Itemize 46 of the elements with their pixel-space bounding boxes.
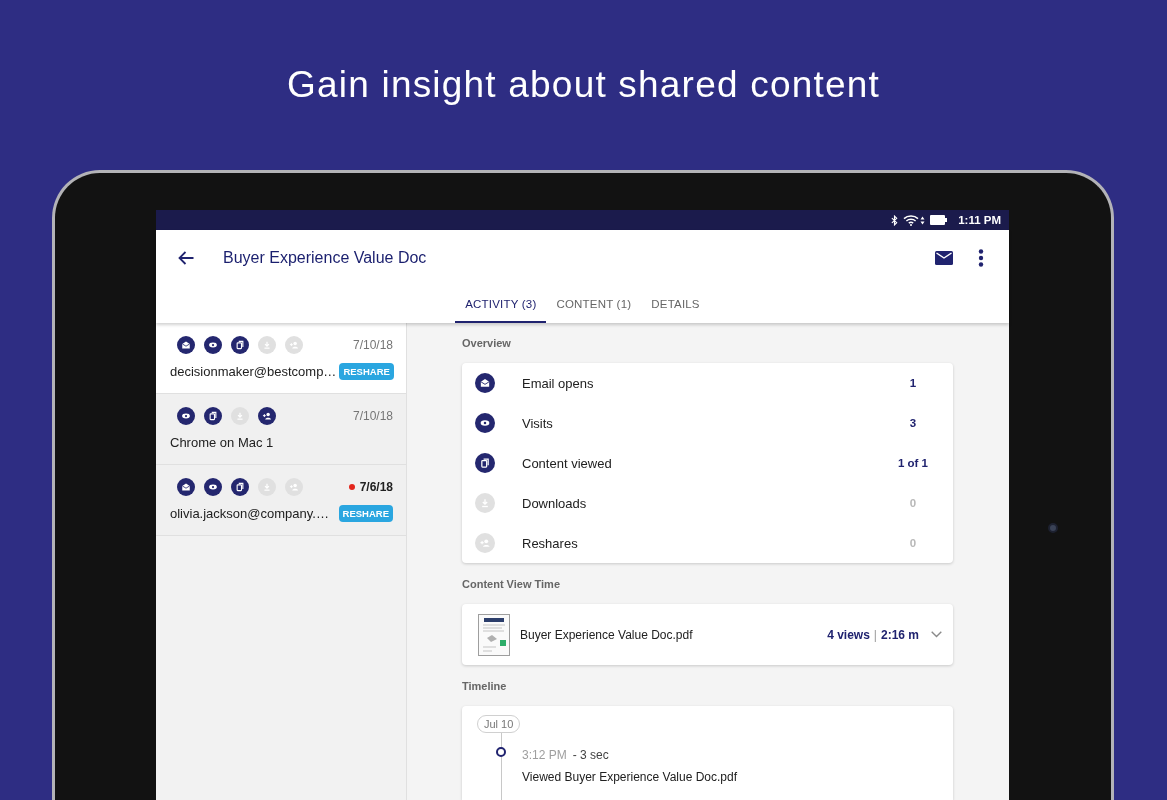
recipient-name: decisionmaker@bestcomp… bbox=[170, 364, 337, 379]
battery-icon bbox=[930, 215, 948, 225]
mail-icon[interactable] bbox=[935, 250, 953, 265]
file-name: Buyer Experience Value Doc.pdf bbox=[520, 627, 694, 642]
event-description: Viewed Buyer Experience Value Doc.pdf bbox=[522, 770, 737, 785]
headline: Gain insight about shared content bbox=[286, 63, 881, 107]
metric-label: Reshares bbox=[522, 535, 579, 551]
activity-date: 7/10/18 bbox=[352, 409, 393, 423]
timeline-line bbox=[500, 733, 502, 800]
tab[interactable]: DETAILS bbox=[641, 285, 710, 323]
metric-value: 3 bbox=[908, 417, 918, 429]
activity-date: 7/6/18 bbox=[359, 480, 393, 494]
document-title: Buyer Experience Value Doc bbox=[223, 248, 428, 267]
wifi-icon bbox=[903, 214, 926, 226]
recipient-item[interactable]: 7/10/18 decisionmaker@bestcomp… RESHARE bbox=[156, 323, 406, 394]
more-options-icon[interactable] bbox=[978, 248, 984, 267]
section-title: Timeline bbox=[462, 679, 508, 693]
section-title: Overview bbox=[462, 336, 512, 350]
camera-lens-icon bbox=[1048, 523, 1058, 533]
bluetooth-icon bbox=[891, 214, 899, 226]
timeline-marker-icon bbox=[496, 747, 506, 757]
reshare-badge: RESHARE bbox=[338, 505, 393, 522]
metric-value: 1 of 1 bbox=[896, 457, 929, 469]
recipient-name: Chrome on Mac 1 bbox=[170, 435, 274, 450]
recipient-name: olivia.jackson@company.… bbox=[170, 506, 329, 521]
metric-label: Visits bbox=[522, 415, 554, 431]
activity-date: 7/10/18 bbox=[352, 338, 393, 352]
document-thumbnail-icon bbox=[478, 613, 510, 656]
reshare-badge: RESHARE bbox=[339, 363, 394, 380]
metric-label: Downloads bbox=[522, 495, 588, 511]
metric-value: 0 bbox=[908, 537, 918, 549]
unread-dot-icon bbox=[348, 484, 355, 490]
metric-label: Email opens bbox=[522, 375, 595, 391]
metric-value: 1 bbox=[908, 377, 918, 389]
separator: | bbox=[873, 627, 877, 642]
section-title: Content View Time bbox=[462, 577, 561, 591]
tab[interactable]: CONTENT (1) bbox=[546, 285, 642, 323]
view-duration: 2:16 m bbox=[880, 627, 919, 642]
event-duration: - 3 sec bbox=[572, 748, 609, 763]
view-count: 4 views bbox=[827, 627, 870, 642]
event-time: 3:12 PM bbox=[522, 748, 567, 763]
chevron-icon[interactable] bbox=[931, 631, 942, 638]
metric-label: Content viewed bbox=[522, 455, 613, 471]
status-time: 1:11 PM bbox=[958, 214, 1001, 226]
metric-value: 0 bbox=[908, 497, 918, 509]
back-arrow-icon[interactable] bbox=[178, 250, 194, 265]
